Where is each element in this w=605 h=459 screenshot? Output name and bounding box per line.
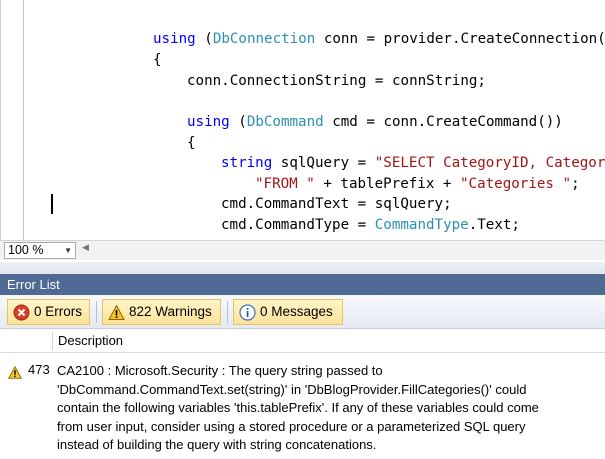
code-line[interactable]: using (DbConnection conn = provider.Crea…: [153, 30, 605, 48]
scroll-left-icon[interactable]: ◀: [82, 243, 89, 253]
column-header-row: Description: [0, 329, 605, 353]
chevron-down-icon[interactable]: ▼: [64, 243, 72, 258]
panel-title: Error List: [0, 274, 605, 295]
zoom-value: 100 %: [8, 243, 44, 257]
code-line[interactable]: conn.ConnectionString = connString;: [187, 72, 486, 90]
code-token: DbCommand: [246, 114, 324, 130]
code-token: cmd.CommandType =: [221, 217, 375, 233]
code-line[interactable]: cmd.CommandText = sqlQuery;: [221, 195, 452, 213]
code-line[interactable]: cmd.CommandType = CommandType.Text;: [221, 216, 520, 234]
code-token: ;: [571, 176, 580, 192]
error-list-toolbar: 0 Errors 822 Warnings 0 Messages: [0, 295, 605, 329]
code-token: CommandType: [374, 217, 469, 233]
code-token: .Text;: [468, 217, 520, 233]
panel-splitter[interactable]: [0, 262, 605, 274]
warning-icon: [8, 366, 22, 379]
code-line[interactable]: using (DbCommand cmd = conn.CreateComman…: [187, 113, 563, 131]
text-caret: [51, 194, 53, 214]
code-token: conn.ConnectionString = connString;: [187, 73, 486, 89]
warnings-filter-label: 822 Warnings: [129, 304, 212, 319]
column-divider[interactable]: [52, 332, 53, 350]
code-token: conn = provider.CreateConnection(: [315, 31, 605, 47]
code-token: DbConnection: [212, 31, 316, 47]
errors-filter-button[interactable]: 0 Errors: [7, 299, 90, 325]
row-description: CA2100 : Microsoft.Security : The query …: [57, 363, 539, 452]
code-line[interactable]: {: [153, 51, 162, 69]
messages-filter-label: 0 Messages: [260, 304, 333, 319]
toolbar-separator: [227, 301, 228, 323]
code-line[interactable]: {: [187, 134, 196, 152]
code-token: "SELECT CategoryID, Categor: [374, 155, 605, 171]
code-token: sqlQuery =: [272, 155, 375, 171]
code-token: (: [195, 31, 213, 47]
error-icon: [13, 304, 30, 321]
code-token: (: [229, 114, 247, 130]
row-number: 473: [28, 362, 50, 377]
code-token: cmd = conn.CreateCommand()): [323, 114, 563, 130]
code-token: + tablePrefix +: [314, 176, 461, 192]
info-icon: [239, 304, 256, 321]
description-column-header[interactable]: Description: [58, 329, 123, 353]
zoom-dropdown[interactable]: 100 % ▼: [4, 242, 76, 259]
code-editor[interactable]: using (DbConnection conn = provider.Crea…: [0, 0, 605, 240]
code-token: "FROM ": [255, 176, 315, 192]
code-token: string: [221, 155, 273, 171]
warnings-filter-button[interactable]: 822 Warnings: [102, 299, 221, 325]
code-token: "Categories ": [460, 176, 572, 192]
code-token: cmd.CommandText = sqlQuery;: [221, 196, 452, 212]
code-token: using: [187, 114, 230, 130]
code-token: {: [153, 52, 162, 68]
errors-filter-label: 0 Errors: [34, 304, 83, 319]
code-line[interactable]: string sqlQuery = "SELECT CategoryID, Ca…: [221, 154, 605, 172]
messages-filter-button[interactable]: 0 Messages: [233, 299, 343, 325]
table-row[interactable]: 473 CA2100 : Microsoft.Security : The qu…: [0, 354, 605, 459]
code-token: using: [153, 31, 196, 47]
editor-margin-line: [23, 0, 24, 240]
toolbar-separator: [96, 301, 97, 323]
warning-icon: [108, 304, 125, 320]
error-list-panel: Error List 0 Errors 822 Warnings 0 Messa…: [0, 262, 605, 459]
editor-status-strip: 100 % ▼ ◀: [0, 240, 605, 260]
code-token: {: [187, 135, 196, 151]
code-line[interactable]: "FROM " + tablePrefix + "Categories ";: [255, 175, 580, 193]
